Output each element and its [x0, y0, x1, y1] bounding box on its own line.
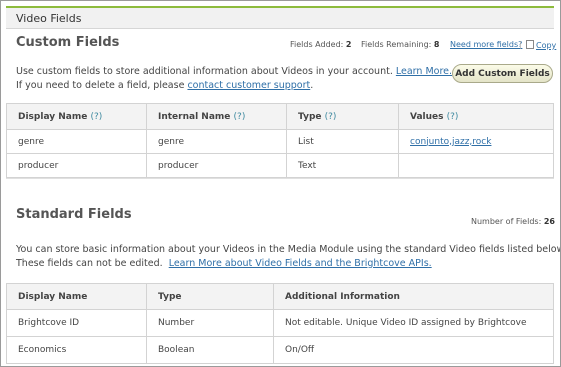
- section-divider: [6, 178, 554, 179]
- panel-titlebar: Video Fields: [6, 8, 554, 29]
- standard-fields-description: You can store basic information about yo…: [16, 243, 561, 271]
- help-icon[interactable]: (?): [90, 112, 102, 122]
- contact-support-link[interactable]: contact customer support: [187, 80, 310, 91]
- table-row[interactable]: genre genre List conjunto,jazz,rock: [6, 129, 554, 154]
- col-type[interactable]: Type: [146, 283, 274, 310]
- fields-remaining-label: Fields Remaining:: [361, 40, 432, 49]
- copy-icon: [526, 40, 534, 49]
- cell-display-name: genre: [6, 129, 147, 154]
- need-more-fields-link-text[interactable]: Need more fields?: [450, 40, 522, 49]
- learn-more-link[interactable]: Learn More.: [396, 66, 452, 77]
- cell-type: List: [286, 129, 399, 154]
- table-header-row: Display Name Type Additional Information: [6, 283, 554, 310]
- table-header-row: Display Name (?) Internal Name (?) Type …: [6, 103, 554, 130]
- cell-type: Text: [286, 153, 399, 178]
- help-icon[interactable]: (?): [325, 112, 337, 122]
- panel-title: Video Fields: [16, 12, 82, 25]
- divider: |: [519, 40, 522, 49]
- cell-type: Number: [146, 309, 274, 337]
- video-fields-window: Video Fields Custom Fields Fields Added:…: [0, 0, 561, 367]
- help-icon[interactable]: (?): [234, 112, 246, 122]
- table-row: Economics Boolean On/Off: [6, 336, 554, 364]
- help-icon[interactable]: (?): [447, 112, 459, 122]
- cell-type: Boolean: [146, 336, 274, 364]
- cell-display-name: Brightcove ID: [6, 309, 147, 337]
- standard-desc-line2: These fields can not be edited.: [16, 258, 163, 269]
- col-internal-name[interactable]: Internal Name (?): [146, 103, 287, 130]
- custom-fields-description: Use custom fields to store additional in…: [16, 65, 452, 93]
- number-of-fields-label: Number of Fields:: [471, 217, 542, 226]
- cell-values: [398, 153, 554, 178]
- cell-display-name: Economics: [6, 336, 147, 364]
- custom-fields-heading: Custom Fields: [16, 35, 120, 50]
- col-display-name[interactable]: Display Name (?): [6, 103, 147, 130]
- col-type[interactable]: Type (?): [286, 103, 399, 130]
- cell-display-name: producer: [6, 153, 147, 178]
- standard-fields-heading: Standard Fields: [16, 207, 132, 222]
- custom-fields-table: Display Name (?) Internal Name (?) Type …: [6, 103, 554, 178]
- values-link[interactable]: conjunto,jazz,rock: [410, 137, 491, 147]
- cell-info: Not editable. Unique Video ID assigned b…: [273, 309, 554, 337]
- add-custom-fields-button[interactable]: Add Custom Fields: [452, 64, 553, 83]
- cell-info: On/Off: [273, 336, 554, 364]
- col-values[interactable]: Values (?): [398, 103, 554, 130]
- standard-desc-line1: You can store basic information about yo…: [16, 244, 561, 255]
- fields-added-label: Fields Added:: [290, 40, 344, 49]
- cell-internal-name: genre: [146, 129, 287, 154]
- custom-desc-line1: Use custom fields to store additional in…: [16, 66, 393, 77]
- col-additional-info[interactable]: Additional Information: [273, 283, 554, 310]
- col-display-name[interactable]: Display Name: [6, 283, 147, 310]
- cell-values[interactable]: conjunto,jazz,rock: [398, 129, 554, 154]
- fields-added-stat: Fields Added: 2: [290, 40, 351, 49]
- custom-desc-line2-prefix: If you need to delete a field, please: [16, 80, 185, 91]
- standard-fields-table: Display Name Type Additional Information…: [6, 283, 554, 364]
- copy-link[interactable]: Copy: [536, 41, 556, 50]
- fields-remaining-count: 8: [433, 40, 440, 49]
- learn-more-video-fields-link[interactable]: Learn More about Video Fields and the Br…: [169, 258, 432, 269]
- table-row[interactable]: producer producer Text: [6, 153, 554, 178]
- number-of-fields-stat: Number of Fields: 26: [471, 217, 555, 226]
- custom-desc-line2-suffix: .: [310, 80, 314, 91]
- fields-added-count: 2: [345, 40, 352, 49]
- cell-internal-name: producer: [146, 153, 287, 178]
- copy-button[interactable]: Copy: [526, 40, 556, 50]
- need-more-fields-link[interactable]: Need more fields?: [450, 40, 522, 49]
- table-row: Brightcove ID Number Not editable. Uniqu…: [6, 309, 554, 337]
- fields-remaining-stat: Fields Remaining: 8: [361, 40, 439, 49]
- number-of-fields-count: 26: [543, 217, 555, 226]
